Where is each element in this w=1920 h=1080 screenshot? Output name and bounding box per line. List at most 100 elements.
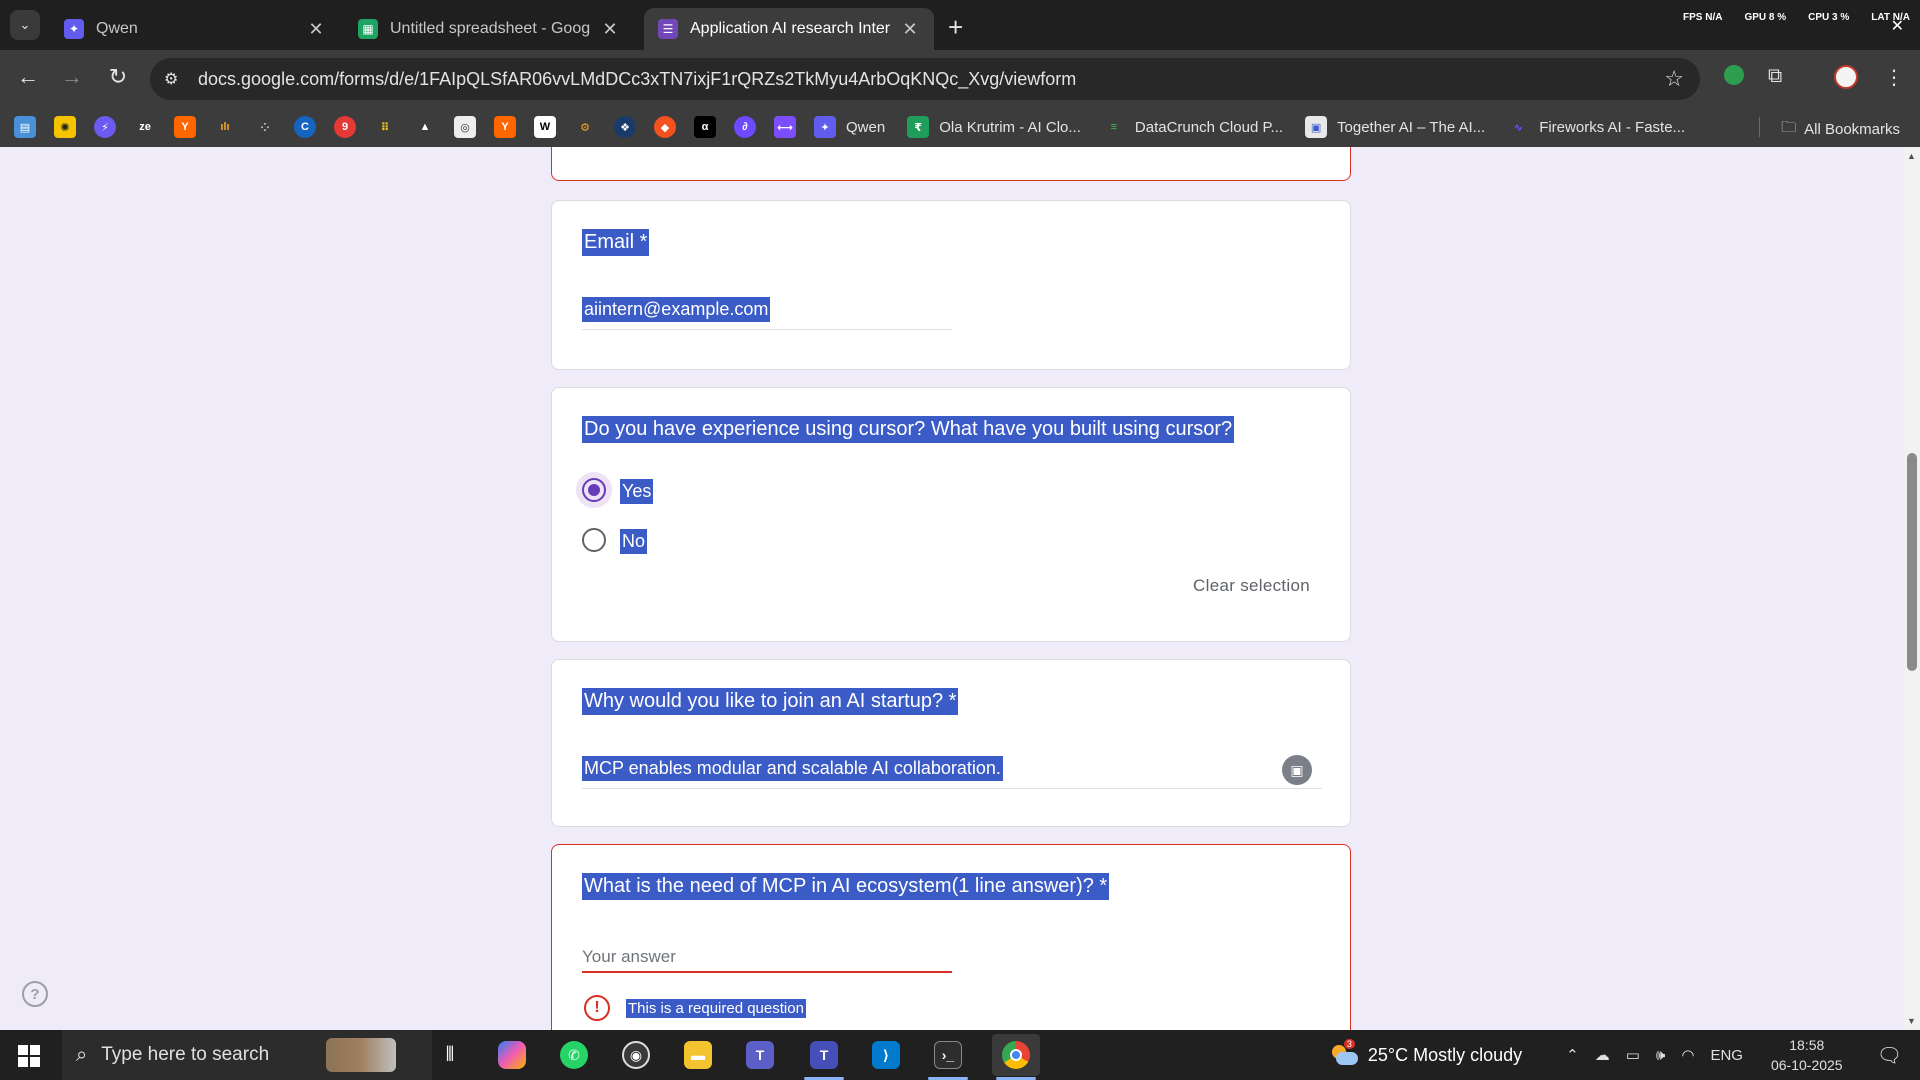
cursor-question-label: Do you have experience using cursor? Wha…: [582, 416, 1235, 443]
scrollbar-thumb[interactable]: [1907, 453, 1917, 671]
bookmark-app-icon[interactable]: ⁘: [254, 116, 276, 138]
site-settings-icon[interactable]: ⚙: [164, 69, 186, 89]
scroll-up-icon[interactable]: ▲: [1907, 151, 1916, 161]
bookmark-star-icon[interactable]: ☆: [1664, 66, 1684, 92]
assistant-icon[interactable]: ▣: [1282, 755, 1312, 785]
sheets-icon: ▦: [358, 19, 378, 39]
wifi-icon[interactable]: ◠: [1681, 1046, 1694, 1064]
folder-icon: 🗀: [1781, 119, 1797, 136]
option-yes-label[interactable]: Yes: [620, 479, 654, 504]
plus-icon: +: [948, 12, 964, 42]
bookmark-app-icon[interactable]: Y: [494, 116, 516, 138]
camera-icon[interactable]: ◉: [618, 1038, 654, 1072]
bookmark-app-icon[interactable]: ◆: [654, 116, 676, 138]
bookmark-together-ai[interactable]: ▣ Together AI – The AI...: [1305, 116, 1485, 138]
address-bar[interactable]: ⚙ docs.google.com/forms/d/e/1FAIpQLSfAR0…: [150, 58, 1700, 100]
battery-icon[interactable]: ▭: [1626, 1046, 1640, 1064]
taskbar-search[interactable]: ⌕ Type here to search: [62, 1030, 432, 1080]
scroll-down-icon[interactable]: ▼: [1907, 1016, 1916, 1026]
bookmark-app-icon[interactable]: Y: [174, 116, 196, 138]
whatsapp-icon[interactable]: ✆: [556, 1038, 592, 1072]
clear-selection-button[interactable]: Clear selection: [1193, 576, 1310, 596]
teams-icon[interactable]: T: [742, 1038, 778, 1072]
bookmark-app-icon[interactable]: C: [294, 116, 316, 138]
bookmark-app-icon[interactable]: ◎: [454, 116, 476, 138]
bookmarks-separator: [1759, 117, 1760, 137]
language-indicator[interactable]: ENG: [1710, 1047, 1743, 1064]
reload-button[interactable]: ↻: [104, 64, 132, 90]
file-explorer-icon[interactable]: ▬: [680, 1038, 716, 1072]
bookmark-app-icon[interactable]: α: [694, 116, 716, 138]
bookmark-app-icon[interactable]: ▤: [14, 116, 36, 138]
bookmark-app-icon[interactable]: ⚙: [574, 116, 596, 138]
task-view-icon[interactable]: ⫴: [432, 1038, 468, 1072]
bookmark-app-icon[interactable]: ılı: [214, 116, 236, 138]
bookmark-app-icon[interactable]: W: [534, 116, 556, 138]
startup-input-underline: [582, 788, 1322, 789]
arrow-right-icon: →: [61, 64, 83, 89]
page-viewport: Email * aiintern@example.com Do you have…: [0, 147, 1920, 1030]
clock[interactable]: 18:58 06-10-2025: [1771, 1035, 1843, 1075]
bookmark-app-icon[interactable]: 9: [334, 116, 356, 138]
option-no-label[interactable]: No: [620, 529, 648, 554]
close-icon[interactable]: ✕: [600, 19, 620, 40]
copilot-icon[interactable]: [494, 1038, 530, 1072]
window-close-icon[interactable]: ✕: [1891, 16, 1904, 36]
terminal-icon[interactable]: ›_: [930, 1038, 966, 1072]
help-icon[interactable]: ?: [22, 981, 48, 1007]
extensions-puzzle-icon[interactable]: ⧉: [1768, 65, 1782, 88]
bookmark-datacrunch[interactable]: ≡ DataCrunch Cloud P...: [1103, 116, 1283, 138]
new-tab-button[interactable]: +: [948, 12, 963, 43]
onedrive-cloud-icon[interactable]: ☁: [1595, 1046, 1610, 1064]
menu-dots-icon[interactable]: ⋮: [1884, 65, 1904, 90]
radio-yes[interactable]: [582, 478, 606, 502]
show-hidden-icons-icon[interactable]: ⌃: [1566, 1046, 1579, 1064]
close-icon[interactable]: ✕: [900, 19, 920, 40]
chrome-icon[interactable]: [992, 1034, 1040, 1076]
tab-qwen[interactable]: ✦ Qwen ✕: [50, 8, 340, 50]
back-button[interactable]: ←: [14, 64, 42, 90]
start-button[interactable]: [18, 1045, 40, 1067]
url-text[interactable]: docs.google.com/forms/d/e/1FAIpQLSfAR06v…: [198, 69, 1076, 90]
qwen-icon: ✦: [64, 19, 84, 39]
weather-badge: 3: [1343, 1039, 1355, 1049]
teams-work-icon[interactable]: T: [806, 1038, 842, 1072]
close-icon[interactable]: ✕: [306, 19, 326, 40]
mcp-answer-input[interactable]: Your answer: [582, 947, 676, 967]
bookmark-app-icon[interactable]: ∂: [734, 116, 756, 138]
weather-widget[interactable]: 3 25°C Mostly cloudy: [1330, 1039, 1522, 1067]
fps-value: N/A: [1705, 12, 1723, 23]
bookmark-qwen[interactable]: ✦ Qwen: [814, 116, 885, 138]
bookmark-app-icon[interactable]: ✺: [54, 116, 76, 138]
cpu-value: 3 %: [1832, 12, 1850, 23]
email-question-card: Email * aiintern@example.com: [551, 200, 1351, 370]
tab-spreadsheet[interactable]: ▦ Untitled spreadsheet - Google S ✕: [344, 8, 634, 50]
email-input[interactable]: aiintern@example.com: [582, 297, 771, 322]
bookmark-fireworks-ai[interactable]: ∿ Fireworks AI - Faste...: [1507, 116, 1685, 138]
gpu-value: 8 %: [1768, 12, 1787, 23]
radio-no[interactable]: [582, 528, 606, 552]
profile-avatar[interactable]: [1834, 65, 1858, 95]
bookmark-app-icon[interactable]: ⠿: [374, 116, 396, 138]
notifications-icon[interactable]: 🗨: [1877, 1043, 1902, 1068]
volume-icon[interactable]: 🕪: [1656, 1047, 1665, 1064]
reload-icon: ↻: [108, 64, 128, 89]
vscode-icon[interactable]: ⟩: [868, 1038, 904, 1072]
bookmark-app-icon[interactable]: ❖: [614, 116, 636, 138]
startup-answer-input[interactable]: MCP enables modular and scalable AI coll…: [582, 756, 1003, 781]
arrow-left-icon: ←: [17, 64, 39, 89]
bookmark-app-icon[interactable]: ⟷: [774, 116, 796, 138]
bookmark-app-icon[interactable]: ⚡: [94, 116, 116, 138]
bookmark-app-icon[interactable]: ▲: [414, 116, 436, 138]
together-icon: ▣: [1305, 116, 1328, 138]
bookmarks-bar: ▤ ✺ ⚡ ze Y ılı ⁘ C 9 ⠿ ▲ ◎ Y W ⚙ ❖ ◆ α ∂…: [0, 107, 1920, 147]
bookmark-app-icon[interactable]: ze: [134, 116, 156, 138]
all-bookmarks-button[interactable]: 🗀 All Bookmarks: [1781, 117, 1900, 142]
extension-icon[interactable]: [1724, 65, 1744, 91]
bookmark-ola-krutrim[interactable]: ₹ Ola Krutrim - AI Clo...: [907, 116, 1081, 138]
tab-application-form[interactable]: ☰ Application AI research Intern ✕: [644, 8, 934, 50]
page-scrollbar[interactable]: ▲ ▼: [1904, 147, 1920, 1030]
search-highlight-image: [326, 1038, 396, 1072]
tab-search-button[interactable]: ⌄: [10, 10, 40, 40]
forward-button[interactable]: →: [58, 64, 86, 90]
